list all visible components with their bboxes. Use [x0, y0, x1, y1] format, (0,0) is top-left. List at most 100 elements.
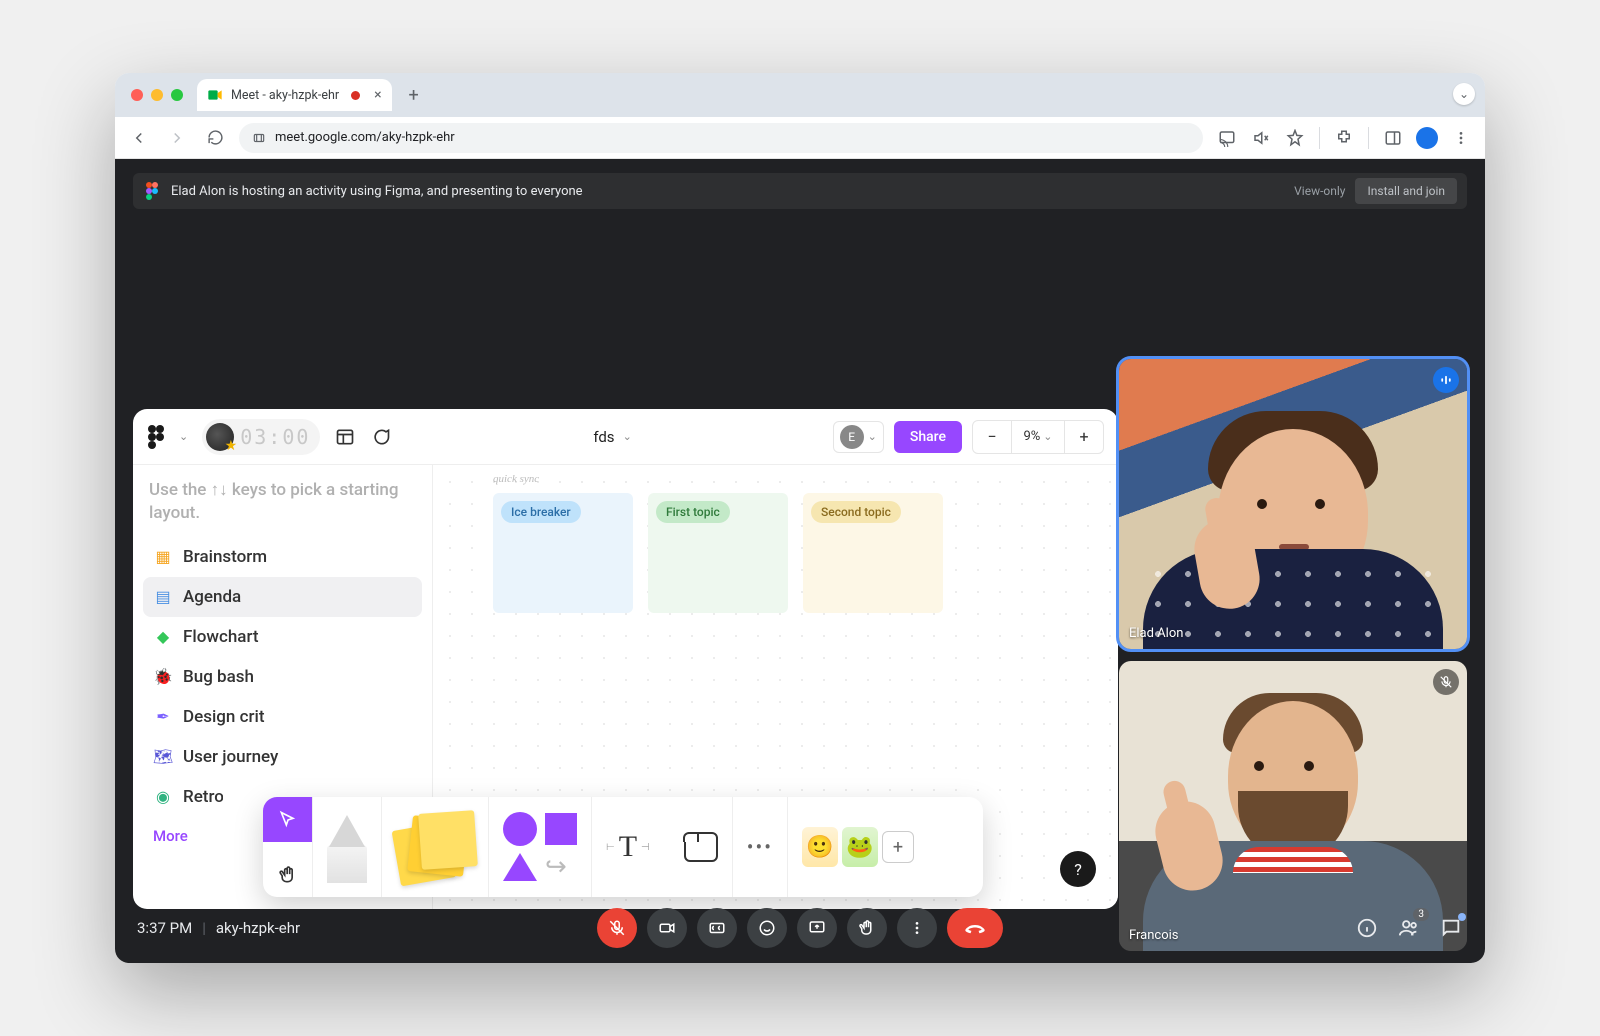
bug-icon: 🐞 [153, 667, 173, 687]
people-button[interactable]: 3 [1397, 916, 1421, 940]
cast-icon[interactable] [1213, 124, 1241, 152]
sidebar-item-brainstorm[interactable]: ▦Brainstorm [143, 537, 422, 577]
sticker-tool[interactable]: 🙂 🐸 + [802, 827, 914, 867]
reload-button[interactable] [201, 124, 229, 152]
chat-button[interactable] [1439, 916, 1463, 940]
flowchart-icon: ◆ [153, 627, 173, 647]
clock: 3:37 PM [137, 919, 192, 937]
muted-indicator-icon [1433, 669, 1459, 695]
more-tools-button[interactable]: ••• [733, 797, 788, 897]
lightbulb-icon: ▦ [153, 547, 173, 567]
file-title[interactable]: fds ⌄ [593, 428, 631, 446]
zoom-controls: − 9%⌄ + [972, 420, 1104, 454]
sidebar-item-user-journey[interactable]: 🗺User journey [143, 737, 422, 777]
forward-button[interactable] [163, 124, 191, 152]
maximize-window[interactable] [171, 89, 183, 101]
text-tool[interactable]: ⊢T⊣ [606, 830, 650, 864]
timer-icon: ★ [206, 423, 234, 451]
avatar-initial: E [840, 425, 864, 449]
shapes-icon: ↪ [503, 812, 577, 882]
shape-tool[interactable]: ↪ [489, 797, 592, 897]
address-bar[interactable]: meet.google.com/aky-hzpk-ehr [239, 123, 1203, 153]
pen-icon: ✒ [153, 707, 173, 727]
sticker-frog-icon: 🐸 [842, 827, 878, 867]
presence-avatar[interactable]: E ⌄ [833, 421, 884, 453]
sticker-face-icon: 🙂 [802, 827, 838, 867]
reactions-button[interactable] [747, 908, 787, 948]
hand-tool[interactable] [263, 852, 312, 897]
zoom-value[interactable]: 9%⌄ [1012, 421, 1064, 453]
extensions-icon[interactable] [1330, 124, 1358, 152]
retro-icon: ◉ [153, 787, 173, 807]
mic-toggle-button[interactable] [597, 908, 637, 948]
sidebar-item-flowchart[interactable]: ◆Flowchart [143, 617, 422, 657]
people-count-badge: 3 [1413, 908, 1429, 921]
chat-unread-dot [1458, 913, 1466, 921]
close-window[interactable] [131, 89, 143, 101]
pencil-icon [327, 811, 367, 883]
timer-value: 03:00 [240, 425, 310, 449]
figma-logo-icon[interactable] [147, 425, 165, 449]
participant-tiles: Elad Alon Francois [1119, 359, 1467, 951]
map-icon: 🗺 [153, 747, 173, 767]
close-tab-icon[interactable]: × [374, 87, 381, 103]
profile-button[interactable] [1413, 124, 1441, 152]
mute-tab-icon[interactable] [1247, 124, 1275, 152]
agenda-icon: ▤ [153, 587, 173, 607]
captions-button[interactable] [697, 908, 737, 948]
meeting-details-button[interactable] [1355, 916, 1379, 940]
sidebar-item-agenda[interactable]: ▤Agenda [143, 577, 422, 617]
canvas-card-ice-breaker[interactable]: Ice breaker [493, 493, 633, 613]
timer-widget[interactable]: ★ 03:00 [202, 419, 320, 455]
main-menu-chevron-icon[interactable]: ⌄ [179, 430, 188, 443]
participant-name: Elad Alon [1129, 626, 1183, 641]
select-tool[interactable] [263, 797, 312, 842]
share-button[interactable]: Share [894, 421, 962, 453]
figma-icon [143, 182, 161, 200]
presence-chevron-icon[interactable]: ⌄ [868, 430, 877, 443]
canvas-card-second-topic[interactable]: Second topic [803, 493, 943, 613]
minimize-window[interactable] [151, 89, 163, 101]
sticky-icon [396, 812, 474, 882]
more-options-button[interactable] [897, 908, 937, 948]
help-button[interactable]: ? [1060, 851, 1096, 887]
install-and-join-button[interactable]: Install and join [1355, 178, 1457, 204]
url-text: meet.google.com/aky-hzpk-ehr [275, 130, 455, 145]
add-sticker-button[interactable]: + [882, 831, 914, 863]
zoom-out-button[interactable]: − [973, 421, 1011, 453]
new-tab-button[interactable]: + [400, 81, 428, 109]
window-controls[interactable] [131, 89, 183, 101]
zoom-in-button[interactable]: + [1065, 421, 1103, 453]
leave-call-button[interactable] [947, 908, 1003, 948]
tab-overflow-button[interactable]: ⌄ [1453, 83, 1475, 105]
banner-text: Elad Alon is hosting an activity using F… [171, 184, 583, 199]
view-only-label: View-only [1294, 184, 1345, 198]
chrome-menu-icon[interactable] [1447, 124, 1475, 152]
layout-icon[interactable] [334, 426, 356, 448]
sidebar-item-bug-bash[interactable]: 🐞Bug bash [143, 657, 422, 697]
meeting-code: aky-hzpk-ehr [216, 919, 300, 937]
sidebar-item-design-crit[interactable]: ✒Design crit [143, 697, 422, 737]
file-menu-chevron-icon[interactable]: ⌄ [623, 430, 632, 443]
section-tool[interactable] [684, 832, 718, 862]
canvas-card-first-topic[interactable]: First topic [648, 493, 788, 613]
figjam-tool-dock: ↪ ⊢T⊣ ••• 🙂 🐸 + [263, 797, 983, 897]
activity-banner: Elad Alon is hosting an activity using F… [133, 173, 1467, 209]
sidebar-hint: Use the ↑↓ keys to pick a starting layou… [143, 479, 422, 537]
meet-favicon-icon [207, 87, 223, 103]
bookmark-icon[interactable] [1281, 124, 1309, 152]
back-button[interactable] [125, 124, 153, 152]
video-tile-elad[interactable]: Elad Alon [1119, 359, 1467, 649]
site-info-icon[interactable] [251, 130, 267, 146]
side-panel-icon[interactable] [1379, 124, 1407, 152]
sticky-note-tool[interactable] [382, 797, 489, 897]
raise-hand-button[interactable] [847, 908, 887, 948]
present-button[interactable] [797, 908, 837, 948]
camera-toggle-button[interactable] [647, 908, 687, 948]
comment-icon[interactable] [370, 426, 392, 448]
marker-tool[interactable] [313, 797, 382, 897]
figma-toolbar: ⌄ ★ 03:00 fds ⌄ E ⌄ Share [133, 409, 1118, 465]
canvas-title: quick sync [493, 473, 539, 485]
browser-tab[interactable]: Meet - aky-hzpk-ehr × [197, 79, 392, 111]
tab-title: Meet - aky-hzpk-ehr [231, 88, 339, 103]
